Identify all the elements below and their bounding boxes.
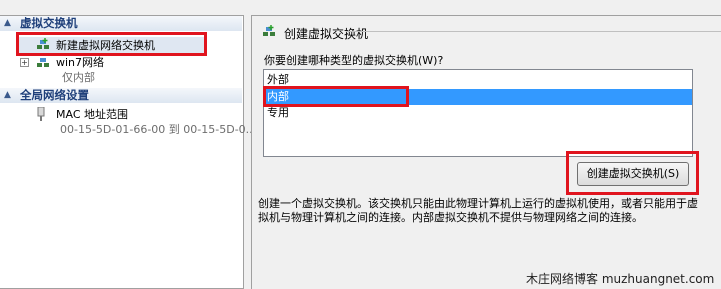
chevron-up-icon[interactable]: ▲ <box>4 16 11 31</box>
network-icon <box>37 58 49 67</box>
section-label: 全局网络设置 <box>20 88 89 102</box>
highlight-box-new-switch <box>16 32 207 56</box>
expand-plus-icon[interactable]: + <box>20 58 29 67</box>
tree-item-win7[interactable]: win7网络 <box>56 55 104 70</box>
network-add-icon <box>263 25 275 36</box>
switch-type-listbox[interactable]: 外部 内部 专用 <box>263 69 693 157</box>
chevron-up-icon[interactable]: ▲ <box>4 88 11 103</box>
switch-type-question: 你要创建哪种类型的虚拟交换机(W)? <box>264 54 444 67</box>
highlight-box-create-button <box>566 151 699 195</box>
tree-item-mac-value: 00-15-5D-01-66-00 到 00-15-5D-0... <box>60 123 257 136</box>
watermark-text: 木庄网络博客 muzhuangnet.com <box>526 272 715 286</box>
highlight-box-internal <box>263 86 409 107</box>
section-virtual-switches[interactable]: ▲ 虚拟交换机 <box>0 16 242 31</box>
header-divider <box>346 31 721 32</box>
mac-address-icon <box>37 107 45 121</box>
section-label: 虚拟交换机 <box>20 16 78 30</box>
tree-item-mac-range[interactable]: MAC 地址范围 <box>56 107 128 122</box>
switch-description: 创建一个虚拟交换机。该交换机只能由此物理计算机上运行的虚拟机使用，或者只能用于虚… <box>258 197 698 224</box>
option-private[interactable]: 专用 <box>264 105 692 121</box>
form-header-title: 创建虚拟交换机 <box>284 27 369 41</box>
section-global-settings[interactable]: ▲ 全局网络设置 <box>0 88 242 103</box>
tree-item-win7-type: 仅内部 <box>62 71 95 84</box>
